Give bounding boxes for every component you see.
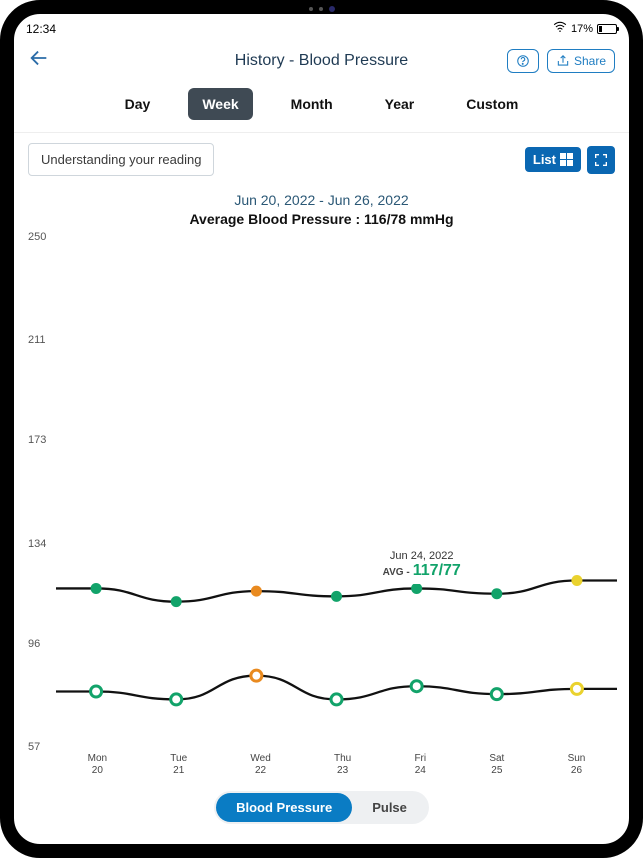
y-tick: 134: [28, 538, 46, 550]
data-point[interactable]: [491, 588, 502, 599]
tab-week[interactable]: Week: [188, 88, 252, 120]
toggle-pulse[interactable]: Pulse: [352, 793, 427, 822]
data-point[interactable]: [331, 591, 342, 602]
data-point[interactable]: [251, 670, 262, 681]
y-tick: 96: [28, 638, 40, 650]
grid-icon: [560, 153, 573, 166]
battery-percent: 17%: [571, 23, 593, 35]
data-point[interactable]: [571, 683, 582, 694]
chart-plot[interactable]: Jun 24, 2022 AVG - 117/77: [56, 237, 617, 747]
tab-month[interactable]: Month: [277, 88, 347, 120]
range-tabs: Day Week Month Year Custom: [14, 84, 629, 133]
data-point[interactable]: [411, 681, 422, 692]
tab-day[interactable]: Day: [111, 88, 165, 120]
share-button[interactable]: Share: [547, 49, 615, 73]
x-label: Sat25: [489, 753, 504, 777]
metric-toggle: Blood PressurePulse: [214, 791, 429, 824]
y-tick: 211: [28, 334, 46, 346]
average-summary: Average Blood Pressure : 116/78 mmHg: [14, 211, 629, 227]
x-label: Sun26: [568, 753, 586, 777]
x-label: Fri24: [414, 753, 426, 777]
y-tick: 250: [28, 231, 46, 243]
data-point[interactable]: [571, 575, 582, 586]
data-point[interactable]: [171, 596, 182, 607]
x-label: Tue21: [170, 753, 187, 777]
tab-custom[interactable]: Custom: [452, 88, 532, 120]
help-button[interactable]: [507, 49, 539, 73]
data-point[interactable]: [91, 686, 102, 697]
status-right: 17%: [553, 20, 617, 37]
back-button[interactable]: [28, 47, 50, 74]
list-view-button[interactable]: List: [525, 147, 581, 172]
chart-area: 2502111731349657 Jun 24, 2022 AVG - 117/…: [26, 237, 617, 777]
y-tick: 173: [28, 434, 46, 446]
x-label: Wed22: [250, 753, 270, 777]
x-label: Thu23: [334, 753, 351, 777]
wifi-icon: [553, 20, 567, 37]
status-time: 12:34: [26, 22, 56, 36]
data-point[interactable]: [411, 583, 422, 594]
battery-icon: [597, 24, 617, 34]
data-point[interactable]: [251, 586, 262, 597]
understanding-reading-button[interactable]: Understanding your reading: [28, 143, 214, 176]
data-point[interactable]: [331, 694, 342, 705]
y-tick: 57: [28, 741, 40, 753]
data-point[interactable]: [491, 689, 502, 700]
share-label: Share: [574, 54, 606, 68]
tab-year[interactable]: Year: [371, 88, 429, 120]
data-point[interactable]: [171, 694, 182, 705]
x-axis: Mon20 Tue21 Wed22 Thu23 Fri24 Sat25 Sun26: [56, 753, 617, 777]
date-range: Jun 20, 2022 - Jun 26, 2022: [14, 192, 629, 208]
page-title: History - Blood Pressure: [235, 52, 408, 69]
expand-button[interactable]: [587, 146, 615, 174]
data-point[interactable]: [91, 583, 102, 594]
toggle-blood-pressure[interactable]: Blood Pressure: [216, 793, 352, 822]
x-label: Mon20: [88, 753, 107, 777]
list-label: List: [533, 152, 556, 167]
